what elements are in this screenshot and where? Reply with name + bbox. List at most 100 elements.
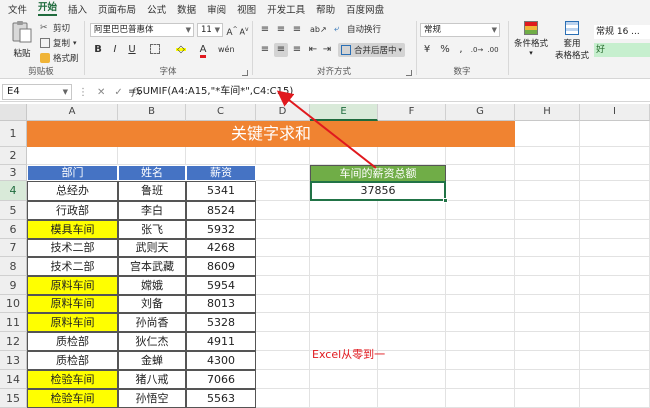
- table-cell[interactable]: 武则天: [118, 239, 186, 257]
- column-header[interactable]: H: [515, 104, 580, 121]
- row-header[interactable]: 7: [0, 239, 27, 257]
- row-header[interactable]: 8: [0, 257, 27, 276]
- align-dialog-launcher-icon[interactable]: [406, 70, 412, 76]
- row-header[interactable]: 9: [0, 276, 27, 295]
- table-cell[interactable]: 鲁班: [118, 181, 186, 201]
- align-middle-button[interactable]: ≡: [274, 23, 288, 37]
- menu-tab[interactable]: 开始: [38, 1, 58, 16]
- cancel-icon[interactable]: ✕: [97, 87, 105, 98]
- column-header[interactable]: G: [446, 104, 515, 121]
- wrap-text-button[interactable]: ⤶ 自动换行: [334, 23, 381, 35]
- sum-header-cell[interactable]: 车间的薪资总额: [310, 165, 446, 182]
- table-cell[interactable]: 技术二部: [27, 239, 118, 257]
- table-cell[interactable]: 5341: [186, 181, 256, 201]
- increase-decimal-button[interactable]: .0→: [470, 43, 484, 57]
- italic-button[interactable]: I: [108, 43, 122, 57]
- format-painter-button[interactable]: 格式刷: [40, 52, 79, 64]
- table-header-cell[interactable]: 薪资: [186, 165, 256, 181]
- column-header[interactable]: F: [378, 104, 446, 121]
- menu-tab[interactable]: 插入: [68, 2, 87, 16]
- table-cell[interactable]: 4268: [186, 239, 256, 257]
- table-cell[interactable]: 检验车间: [27, 370, 118, 389]
- table-cell[interactable]: 5954: [186, 276, 256, 295]
- conditional-format-button[interactable]: 条件格式 ▾: [512, 21, 550, 57]
- table-cell[interactable]: 8609: [186, 257, 256, 276]
- align-bottom-button[interactable]: ≡: [290, 23, 304, 37]
- table-cell[interactable]: 猪八戒: [118, 370, 186, 389]
- merge-center-button[interactable]: 合并后居中 ▾: [338, 43, 406, 57]
- table-cell[interactable]: 宫本武藏: [118, 257, 186, 276]
- table-cell[interactable]: 刘备: [118, 295, 186, 313]
- cut-button[interactable]: ✂ 剪切: [40, 22, 70, 34]
- row-header[interactable]: 15: [0, 389, 27, 408]
- menu-tab[interactable]: 文件: [8, 2, 27, 16]
- border-button[interactable]: [148, 43, 162, 57]
- bold-button[interactable]: B: [91, 43, 105, 57]
- align-right-button[interactable]: ≡: [290, 43, 304, 57]
- style-normal[interactable]: 常规 16 ...: [594, 25, 650, 39]
- name-box[interactable]: E4 ▼: [2, 84, 72, 100]
- currency-button[interactable]: ¥: [420, 43, 434, 57]
- table-cell[interactable]: 金蝉: [118, 351, 186, 370]
- row-header[interactable]: 12: [0, 332, 27, 351]
- menu-tab[interactable]: 审阅: [207, 2, 226, 16]
- shrink-font-button[interactable]: Av: [237, 23, 251, 37]
- align-left-button[interactable]: ≡: [258, 43, 272, 57]
- orientation-button[interactable]: ab↗: [310, 23, 327, 37]
- table-cell[interactable]: 总经办: [27, 181, 118, 201]
- formula-input[interactable]: =SUMIF(A4:A15,"*车间*",C4:C15): [128, 84, 293, 100]
- font-size-select[interactable]: 11 ▼: [197, 23, 223, 37]
- underline-button[interactable]: U: [125, 43, 139, 57]
- table-cell[interactable]: 质检部: [27, 351, 118, 370]
- table-cell[interactable]: 技术二部: [27, 257, 118, 276]
- column-header[interactable]: A: [27, 104, 118, 121]
- increase-indent-button[interactable]: ⇥: [320, 43, 334, 57]
- row-header[interactable]: 4: [0, 181, 27, 201]
- select-all-corner[interactable]: [0, 104, 27, 121]
- row-header[interactable]: 13: [0, 351, 27, 370]
- table-cell[interactable]: 5563: [186, 389, 256, 408]
- table-cell[interactable]: 原料车间: [27, 295, 118, 313]
- row-header[interactable]: 2: [0, 147, 27, 165]
- paste-button[interactable]: 粘贴: [8, 20, 36, 62]
- row-header[interactable]: 5: [0, 201, 27, 220]
- enter-icon[interactable]: ✓: [114, 87, 122, 98]
- table-cell[interactable]: 质检部: [27, 332, 118, 351]
- fill-handle[interactable]: [443, 198, 448, 203]
- menu-tab[interactable]: 帮助: [316, 2, 335, 16]
- phonetic-button[interactable]: wén: [218, 43, 235, 57]
- table-cell[interactable]: 4300: [186, 351, 256, 370]
- table-cell[interactable]: 狄仁杰: [118, 332, 186, 351]
- align-center-button[interactable]: ≡: [274, 43, 288, 57]
- table-cell[interactable]: 模具车间: [27, 220, 118, 239]
- table-cell[interactable]: 8013: [186, 295, 256, 313]
- table-header-cell[interactable]: 部门: [27, 165, 118, 181]
- font-name-select[interactable]: 阿里巴巴普惠体 ▼: [90, 23, 194, 37]
- format-as-table-button[interactable]: 套用 表格格式: [552, 21, 592, 61]
- row-header[interactable]: 14: [0, 370, 27, 389]
- table-cell[interactable]: 孙悟空: [118, 389, 186, 408]
- table-cell[interactable]: 8524: [186, 201, 256, 220]
- table-cell[interactable]: 孙尚香: [118, 313, 186, 332]
- row-header[interactable]: 6: [0, 220, 27, 239]
- decrease-indent-button[interactable]: ⇤: [306, 43, 320, 57]
- sum-value-cell[interactable]: 37856: [310, 181, 446, 201]
- column-header[interactable]: I: [580, 104, 650, 121]
- table-cell[interactable]: 行政部: [27, 201, 118, 220]
- column-header[interactable]: D: [256, 104, 310, 121]
- table-cell[interactable]: 嫦娥: [118, 276, 186, 295]
- column-header[interactable]: B: [118, 104, 186, 121]
- number-format-select[interactable]: 常规 ▼: [420, 23, 500, 37]
- fill-color-button[interactable]: ◇: [174, 43, 188, 57]
- copy-button[interactable]: 复制 ▾: [40, 37, 77, 49]
- table-cell[interactable]: 原料车间: [27, 313, 118, 332]
- percent-button[interactable]: %: [438, 43, 452, 57]
- table-cell[interactable]: 李白: [118, 201, 186, 220]
- menu-tab[interactable]: 开发工具: [267, 2, 305, 16]
- font-color-button[interactable]: A: [196, 43, 210, 58]
- font-dialog-launcher-icon[interactable]: [242, 70, 248, 76]
- menu-tab[interactable]: 百度网盘: [346, 2, 384, 16]
- menu-tab[interactable]: 页面布局: [98, 2, 136, 16]
- menu-tab[interactable]: 数据: [177, 2, 196, 16]
- table-cell[interactable]: 7066: [186, 370, 256, 389]
